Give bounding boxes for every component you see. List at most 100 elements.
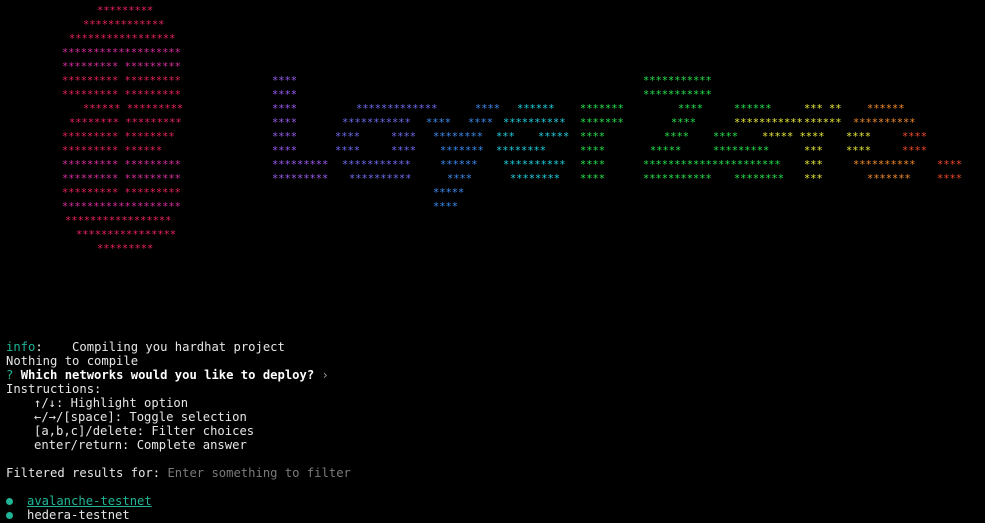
ascii-art-segment: ****** [517, 103, 555, 115]
radio-dot-icon [6, 497, 13, 505]
info-colon: : [35, 340, 43, 354]
ascii-art-segment: ****** [867, 103, 905, 115]
ascii-art-segment: ********* [272, 159, 328, 171]
question-text: Which networks would you like to deploy? [20, 368, 315, 382]
info-tag: info [6, 340, 36, 354]
ascii-art-segment: **** [664, 131, 689, 143]
ascii-art-segment: ********** [349, 173, 412, 185]
ascii-art-segment: ********** [853, 117, 916, 129]
ascii-art-segment: *** ** [804, 103, 842, 115]
choice-item-avalanche-testnet[interactable]: avalanche-testnet [6, 494, 985, 508]
ascii-art-segment: *********** [342, 159, 411, 171]
ascii-art-segment: ********** [503, 159, 566, 171]
ascii-art-segment: **** [468, 117, 493, 129]
ascii-art-segment: ******** [734, 173, 784, 185]
ascii-art-segment: ***** [433, 187, 464, 199]
ascii-art-segment: ********* ****** [62, 145, 162, 157]
ascii-art-segment: *** [804, 145, 823, 157]
ascii-art-segment: **** [272, 131, 297, 143]
ascii-art-segment: *********** [643, 173, 712, 185]
ascii-art-segment: *** [804, 173, 823, 185]
ascii-art-segment: ********* ******** [62, 131, 175, 143]
ascii-art-segment: **** [580, 145, 605, 157]
ascii-art-segment: ********* ********* [62, 75, 181, 87]
ascii-art-segment: ********** [503, 117, 566, 129]
ascii-art-segment: ********* [713, 145, 769, 157]
ascii-art-segment: ****** [804, 117, 842, 129]
ascii-art-segment: ********* ********* [62, 61, 181, 73]
ascii-art-segment: **** [937, 173, 962, 185]
ascii-art-segment: **** [846, 131, 871, 143]
ascii-art-segment: ****** ********* [83, 103, 183, 115]
ascii-art-segment: *********** [734, 117, 803, 129]
ascii-art-segment: ******** ********* [69, 117, 182, 129]
ascii-art-segment: **** [433, 201, 458, 213]
ascii-art-segment: **** [937, 159, 962, 171]
ascii-art-segment: **** [580, 131, 605, 143]
ascii-art-segment: ********************** [643, 159, 781, 171]
ascii-art-segment: **** [713, 131, 738, 143]
question-line: ? Which networks would you like to deplo… [6, 368, 985, 382]
ascii-art-segment: ********* [97, 243, 153, 255]
ascii-art-segment: ******************* [62, 201, 181, 213]
ascii-art-segment: ***************** [69, 33, 175, 45]
instruction-item: ←/→/[space]: Toggle selection [34, 410, 247, 424]
ascii-art-segment: ********* ********* [62, 89, 181, 101]
ascii-art-segment: **************** [76, 229, 176, 241]
ascii-art-segment: **** [475, 103, 500, 115]
ascii-art-segment: ********* ********* [62, 173, 181, 185]
ascii-art-segment: ****** [440, 159, 478, 171]
ascii-art-segment: **** [580, 159, 605, 171]
ascii-art-segment: **** [272, 89, 297, 101]
instruction-item: [a,b,c]/delete: Filter choices [34, 424, 255, 438]
ascii-art-segment: ********* [97, 5, 153, 17]
chevron-right-icon: › [321, 368, 329, 382]
ascii-art-segment: **** [272, 145, 297, 157]
ascii-art-segment: ************* [83, 19, 164, 31]
ascii-art-segment: ******** [510, 173, 560, 185]
ascii-art-segment: **** [426, 117, 451, 129]
terminal-output: info: Compiling you hardhat project Noth… [6, 340, 985, 522]
choice-item-hedera-testnet[interactable]: hedera-testnet [6, 508, 985, 522]
ascii-art-segment: **** [272, 117, 297, 129]
ascii-art-segment: ***** **** [762, 131, 825, 143]
instruction-item: ↑/↓: Highlight option [34, 396, 189, 410]
radio-dot-icon [6, 511, 13, 519]
ascii-art-segment: ***** [538, 131, 569, 143]
info-line: info: Compiling you hardhat project [6, 340, 985, 354]
ascii-art-segment: **** [391, 145, 416, 157]
filter-label: Filtered results for: [6, 466, 161, 480]
ascii-art-segment: ******* [867, 173, 911, 185]
ascii-banner: ****************************************… [62, 5, 962, 255]
instruction-item: enter/return: Complete answer [34, 438, 247, 452]
choice-label: avalanche-testnet [27, 494, 152, 508]
nothing-to-compile-line: Nothing to compile [6, 354, 139, 368]
ascii-art-segment: ******** [433, 131, 483, 143]
ascii-art-segment: ******** [496, 145, 546, 157]
ascii-art-segment: **** [902, 131, 927, 143]
filter-line[interactable]: Filtered results for: Enter something to… [6, 466, 985, 480]
ascii-art-segment: *********** [643, 89, 712, 101]
ascii-art-segment: **** [902, 145, 927, 157]
ascii-art-segment: **** [678, 103, 703, 115]
ascii-art-segment: *********** [342, 117, 411, 129]
instructions-title: Instructions: [6, 382, 102, 396]
ascii-art-segment: ****** [734, 103, 772, 115]
choice-label: hedera-testnet [27, 508, 130, 522]
ascii-art-segment: **** [335, 145, 360, 157]
ascii-art-segment: ********* [272, 173, 328, 185]
ascii-art-segment: *** [804, 159, 823, 171]
ascii-art-segment: **** [447, 173, 472, 185]
filter-input[interactable]: Enter something to filter [167, 466, 350, 480]
ascii-art-segment: **** [272, 103, 297, 115]
ascii-art-segment: **** [391, 131, 416, 143]
ascii-art-segment: ******* [580, 117, 624, 129]
ascii-art-segment: ***************** [65, 215, 171, 227]
ascii-art-segment: *********** [643, 75, 712, 87]
ascii-art-segment: ***** [650, 145, 681, 157]
question-mark: ? [6, 368, 14, 382]
ascii-art-segment: **** [272, 75, 297, 87]
ascii-art-segment: **** [671, 117, 696, 129]
ascii-art-segment: *** [496, 131, 515, 143]
ascii-art-segment: ********* ********* [62, 159, 181, 171]
